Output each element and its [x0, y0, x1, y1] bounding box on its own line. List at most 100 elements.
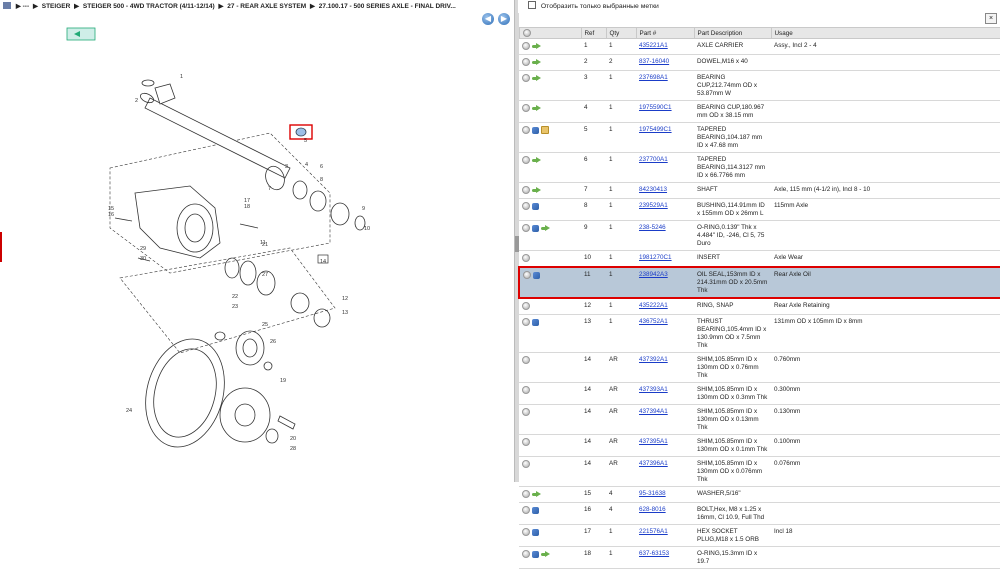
breadcrumb-item-3[interactable]: 27 - REAR AXLE SYSTEM — [227, 3, 306, 10]
callout-23[interactable]: 23 — [232, 304, 238, 310]
info-icon[interactable] — [523, 271, 531, 279]
info-icon[interactable] — [522, 356, 530, 364]
link-icon[interactable] — [532, 529, 539, 536]
go-arrow-icon[interactable] — [532, 43, 541, 50]
table-row[interactable]: 7 1 84230413 SHAFT Axle, 115 mm (4-1/2 in), … — [519, 182, 1000, 199]
part-number-link[interactable]: 437393A1 — [639, 386, 668, 393]
part-number-link[interactable]: 238-5246 — [639, 224, 666, 231]
info-icon[interactable] — [522, 126, 530, 134]
link-icon[interactable] — [532, 551, 539, 558]
callout-7[interactable]: 7 — [268, 186, 271, 192]
breadcrumb-item-4[interactable]: 27.100.17 - 500 SERIES AXLE - FINAL DRIV… — [319, 3, 456, 10]
column-header-usage[interactable]: Usage — [770, 27, 1000, 39]
part-number-link[interactable]: 237700A1 — [639, 156, 668, 163]
package-icon[interactable] — [541, 126, 549, 134]
part-number-link[interactable]: 1981270C1 — [639, 254, 672, 261]
info-icon[interactable] — [522, 224, 530, 232]
home-icon[interactable] — [3, 2, 11, 9]
part-number-link[interactable]: 237698A1 — [639, 74, 668, 81]
callout-14[interactable]: 14 — [320, 259, 326, 265]
info-icon[interactable] — [522, 302, 530, 310]
go-arrow-icon[interactable] — [532, 187, 541, 194]
table-row[interactable]: 14 AR 437395A1 SHIM,105.85mm ID x 130mm OD … — [519, 434, 1000, 457]
callout-29[interactable]: 29 — [140, 246, 146, 252]
callout-26[interactable]: 26 — [270, 339, 276, 345]
table-row[interactable]: 11 1 238942A3 OIL SEAL,153mm ID x 214.31mm … — [518, 266, 1000, 299]
column-header-qty[interactable]: Qty — [605, 27, 637, 39]
table-row[interactable]: 15 4 95-31638 WASHER,5/16" — [519, 486, 1000, 503]
go-arrow-icon[interactable] — [532, 491, 541, 498]
info-icon[interactable] — [522, 186, 530, 194]
part-number-link[interactable]: 95-31638 — [639, 490, 666, 497]
info-icon[interactable] — [522, 506, 530, 514]
column-header-select[interactable] — [518, 27, 582, 39]
table-row[interactable]: 2 2 837-16040 DOWEL,M16 x 40 — [519, 54, 1000, 71]
part-number-link[interactable]: 837-16040 — [639, 58, 669, 65]
go-arrow-icon[interactable] — [532, 59, 541, 66]
info-icon[interactable] — [522, 528, 530, 536]
table-row[interactable]: 4 1 1975590C1 BEARING CUP,180.967 mm OD x 3… — [519, 100, 1000, 123]
part-number-link[interactable]: 637-63153 — [639, 550, 669, 557]
part-number-link[interactable]: 435221A1 — [639, 42, 668, 49]
table-row[interactable]: 10 1 1981270C1 INSERT Axle Wear — [519, 250, 1000, 268]
info-icon[interactable] — [522, 58, 530, 66]
go-arrow-icon[interactable] — [532, 105, 541, 112]
callout-5[interactable]: 5 — [304, 138, 307, 144]
link-icon[interactable] — [532, 203, 539, 210]
callout-30[interactable]: 30 — [140, 256, 146, 262]
info-icon[interactable] — [522, 386, 530, 394]
callout-20[interactable]: 20 — [290, 436, 296, 442]
breadcrumb-item-2[interactable]: STEIGER 500 - 4WD TRACTOR (4/11-12/14) — [83, 3, 215, 10]
breadcrumb-item-1[interactable]: STEIGER — [42, 3, 71, 10]
go-arrow-icon[interactable] — [532, 75, 541, 82]
table-row[interactable]: 1 1 435221A1 AXLE CARRIER Assy., Incl 2 - 4 — [519, 38, 1000, 55]
info-icon[interactable] — [522, 74, 530, 82]
part-number-link[interactable]: 84230413 — [639, 186, 667, 193]
info-icon[interactable] — [522, 254, 530, 262]
info-icon[interactable] — [522, 156, 530, 164]
link-icon[interactable] — [532, 507, 539, 514]
table-row[interactable]: 18 1 637-63153 O-RING,15.3mm ID x 19.7 — [519, 546, 1000, 569]
part-number-link[interactable]: 435222A1 — [639, 302, 668, 309]
exploded-parts-diagram[interactable]: 1 2 3 4 5 6 7 8 9 10 11 12 13 14 15 16 1… — [0, 18, 514, 482]
part-number-link[interactable]: 238942A3 — [639, 271, 668, 278]
callout-28[interactable]: 28 — [290, 446, 296, 452]
column-header-ref[interactable]: Ref — [580, 27, 607, 39]
callout-10[interactable]: 10 — [364, 226, 370, 232]
info-icon[interactable] — [522, 318, 530, 326]
callout-16[interactable]: 16 — [108, 212, 114, 218]
part-number-link[interactable]: 436752A1 — [639, 318, 668, 325]
column-header-part[interactable]: Part # — [635, 27, 695, 39]
table-row[interactable]: 14 AR 437394A1 SHIM,105.85mm ID x 130mm OD … — [519, 404, 1000, 435]
part-number-link[interactable]: 239529A1 — [639, 202, 668, 209]
callout-9[interactable]: 9 — [362, 206, 365, 212]
callout-27[interactable]: 27 — [262, 272, 268, 278]
part-number-link[interactable]: 437394A1 — [639, 408, 668, 415]
info-icon[interactable] — [522, 202, 530, 210]
callout-2[interactable]: 2 — [135, 98, 138, 104]
info-icon[interactable] — [522, 490, 530, 498]
callout-4[interactable]: 4 — [305, 162, 308, 168]
table-row[interactable]: 14 AR 437396A1 SHIM,105.85mm ID x 130mm OD … — [519, 456, 1000, 487]
go-arrow-icon[interactable] — [541, 551, 550, 558]
column-header-description[interactable]: Part Description — [693, 27, 772, 39]
info-icon[interactable] — [522, 438, 530, 446]
callout-1[interactable]: 1 — [180, 74, 183, 80]
link-icon[interactable] — [533, 272, 540, 279]
info-icon[interactable] — [522, 408, 530, 416]
callout-19[interactable]: 19 — [280, 378, 286, 384]
table-row[interactable]: 3 1 237698A1 BEARING CUP,212.74mm OD x 53.8… — [519, 70, 1000, 101]
table-row[interactable]: 17 1 221576A1 HEX SOCKET PLUG,M18 x 1.5 ORB… — [519, 524, 1000, 547]
part-number-link[interactable]: 437395A1 — [639, 438, 668, 445]
callout-22[interactable]: 22 — [232, 294, 238, 300]
callout-24[interactable]: 24 — [126, 408, 132, 414]
part-number-link[interactable]: 221576A1 — [639, 528, 668, 535]
callout-12[interactable]: 12 — [342, 296, 348, 302]
table-row[interactable]: 16 4 628-8016 BOLT,Hex, M8 x 1.25 x 16mm, C… — [519, 502, 1000, 525]
link-icon[interactable] — [532, 225, 539, 232]
table-row[interactable]: 9 1 238-5246 O-RING,0.139" Thk x 4.484" ID,… — [519, 220, 1000, 251]
part-number-link[interactable]: 628-8016 — [639, 506, 666, 513]
table-row[interactable]: 6 1 237700A1 TAPERED BEARING,114.3127 mm ID… — [519, 152, 1000, 183]
link-icon[interactable] — [532, 319, 539, 326]
breadcrumb-item-0[interactable]: --- — [23, 3, 30, 10]
